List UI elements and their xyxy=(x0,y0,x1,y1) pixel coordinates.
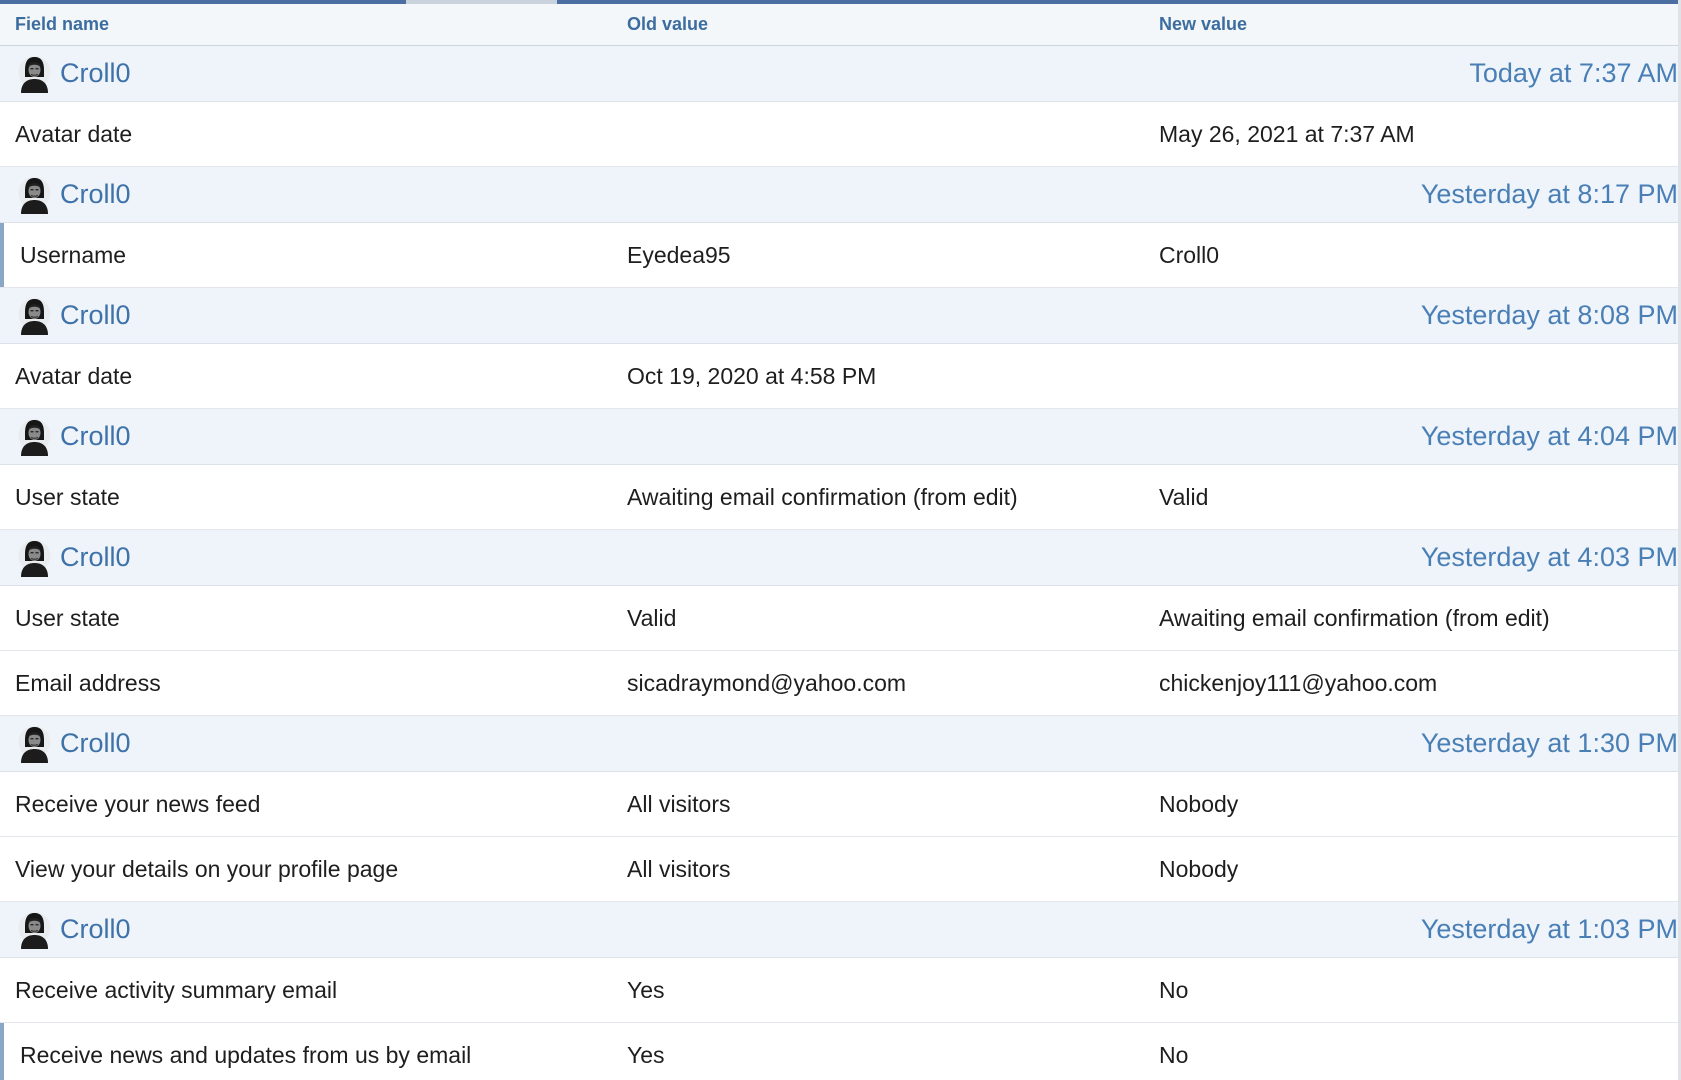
avatar[interactable] xyxy=(18,55,51,93)
table-row: Receive news and updates from us by emai… xyxy=(0,1022,1678,1080)
field-name-cell: Avatar date xyxy=(0,343,612,409)
table-row: Receive your news feed All visitors Nobody xyxy=(0,771,1678,837)
field-name-cell: Receive activity summary email xyxy=(0,957,612,1023)
new-value-cell: May 26, 2021 at 7:37 AM xyxy=(1144,101,1678,167)
change-timestamp: Today at 7:37 AM xyxy=(1144,45,1678,102)
group-user: Croll0 xyxy=(0,911,1144,949)
table-row: User state Valid Awaiting email confirmati… xyxy=(0,585,1678,651)
change-log-body: Croll0 Today at 7:37 AM Avatar date May 26,… xyxy=(0,45,1678,1080)
old-value-cell: Awaiting email confirmation (from edit) xyxy=(612,464,1144,530)
username-link[interactable]: Croll0 xyxy=(60,300,131,331)
change-log-table: Field name Old value New value Croll0 Tod… xyxy=(0,4,1678,1080)
avatar[interactable] xyxy=(18,539,51,577)
change-timestamp: Yesterday at 8:17 PM xyxy=(1144,166,1678,223)
group-user-cell: Croll0 xyxy=(0,529,1144,586)
change-group-header: Croll0 Yesterday at 1:30 PM xyxy=(0,715,1678,772)
change-group-header: Croll0 Today at 7:37 AM xyxy=(0,45,1678,102)
group-user: Croll0 xyxy=(0,297,1144,335)
username-link[interactable]: Croll0 xyxy=(60,728,131,759)
table-row: User state Awaiting email confirmation (f… xyxy=(0,464,1678,530)
field-name-cell: View your details on your profile page xyxy=(0,836,612,902)
username-link[interactable]: Croll0 xyxy=(60,421,131,452)
old-value-cell: Yes xyxy=(612,957,1144,1023)
field-name-cell: Receive your news feed xyxy=(0,771,612,837)
old-value-cell: Valid xyxy=(612,585,1144,651)
change-group-header: Croll0 Yesterday at 4:04 PM xyxy=(0,408,1678,465)
table-row: View your details on your profile page Al… xyxy=(0,836,1678,902)
field-name-cell: Avatar date xyxy=(0,101,612,167)
table-header-row: Field name Old value New value xyxy=(0,4,1678,46)
field-name-cell: User state xyxy=(0,464,612,530)
group-user: Croll0 xyxy=(0,176,1144,214)
field-name-cell: User state xyxy=(0,585,612,651)
old-value-cell: All visitors xyxy=(612,836,1144,902)
change-timestamp: Yesterday at 4:03 PM xyxy=(1144,529,1678,586)
username-link[interactable]: Croll0 xyxy=(60,58,131,89)
group-user-cell: Croll0 xyxy=(0,715,1144,772)
column-header-old-value: Old value xyxy=(612,4,1144,46)
change-log-view: Field name Old value New value Croll0 Tod… xyxy=(0,0,1681,1080)
new-value-cell: Nobody xyxy=(1144,771,1678,837)
group-user-cell: Croll0 xyxy=(0,45,1144,102)
group-user-cell: Croll0 xyxy=(0,408,1144,465)
group-user: Croll0 xyxy=(0,725,1144,763)
new-value-cell: Valid xyxy=(1144,464,1678,530)
username-link[interactable]: Croll0 xyxy=(60,542,131,573)
old-value-cell: Oct 19, 2020 at 4:58 PM xyxy=(612,343,1144,409)
field-name-cell: Email address xyxy=(0,650,612,716)
change-timestamp: Yesterday at 8:08 PM xyxy=(1144,287,1678,344)
avatar[interactable] xyxy=(18,418,51,456)
column-header-field-name: Field name xyxy=(0,4,612,46)
change-timestamp: Yesterday at 1:03 PM xyxy=(1144,901,1678,958)
group-user-cell: Croll0 xyxy=(0,287,1144,344)
table-row: Avatar date Oct 19, 2020 at 4:58 PM xyxy=(0,343,1678,409)
group-user-cell: Croll0 xyxy=(0,166,1144,223)
change-timestamp: Yesterday at 1:30 PM xyxy=(1144,715,1678,772)
column-header-new-value: New value xyxy=(1144,4,1678,46)
group-user: Croll0 xyxy=(0,418,1144,456)
old-value-cell: Yes xyxy=(612,1022,1144,1080)
new-value-cell xyxy=(1144,343,1678,409)
change-timestamp: Yesterday at 4:04 PM xyxy=(1144,408,1678,465)
username-link[interactable]: Croll0 xyxy=(60,179,131,210)
change-group-header: Croll0 Yesterday at 8:17 PM xyxy=(0,166,1678,223)
old-value-cell xyxy=(612,101,1144,167)
field-name-cell: Receive news and updates from us by emai… xyxy=(0,1022,612,1080)
change-group-header: Croll0 Yesterday at 1:03 PM xyxy=(0,901,1678,958)
avatar[interactable] xyxy=(18,725,51,763)
table-row: Receive activity summary email Yes No xyxy=(0,957,1678,1023)
old-value-cell: All visitors xyxy=(612,771,1144,837)
group-user: Croll0 xyxy=(0,55,1144,93)
table-row: Email address sicadraymond@yahoo.com chick… xyxy=(0,650,1678,716)
change-group-header: Croll0 Yesterday at 8:08 PM xyxy=(0,287,1678,344)
new-value-cell: Awaiting email confirmation (from edit) xyxy=(1144,585,1678,651)
new-value-cell: No xyxy=(1144,1022,1678,1080)
change-group-header: Croll0 Yesterday at 4:03 PM xyxy=(0,529,1678,586)
new-value-cell: chickenjoy111@yahoo.com xyxy=(1144,650,1678,716)
username-link[interactable]: Croll0 xyxy=(60,914,131,945)
field-name-cell: Username xyxy=(0,222,612,288)
table-row: Username Eyedea95 Croll0 xyxy=(0,222,1678,288)
avatar[interactable] xyxy=(18,176,51,214)
old-value-cell: Eyedea95 xyxy=(612,222,1144,288)
avatar[interactable] xyxy=(18,911,51,949)
new-value-cell: Nobody xyxy=(1144,836,1678,902)
avatar[interactable] xyxy=(18,297,51,335)
table-row: Avatar date May 26, 2021 at 7:37 AM xyxy=(0,101,1678,167)
old-value-cell: sicadraymond@yahoo.com xyxy=(612,650,1144,716)
group-user-cell: Croll0 xyxy=(0,901,1144,958)
group-user: Croll0 xyxy=(0,539,1144,577)
new-value-cell: Croll0 xyxy=(1144,222,1678,288)
new-value-cell: No xyxy=(1144,957,1678,1023)
